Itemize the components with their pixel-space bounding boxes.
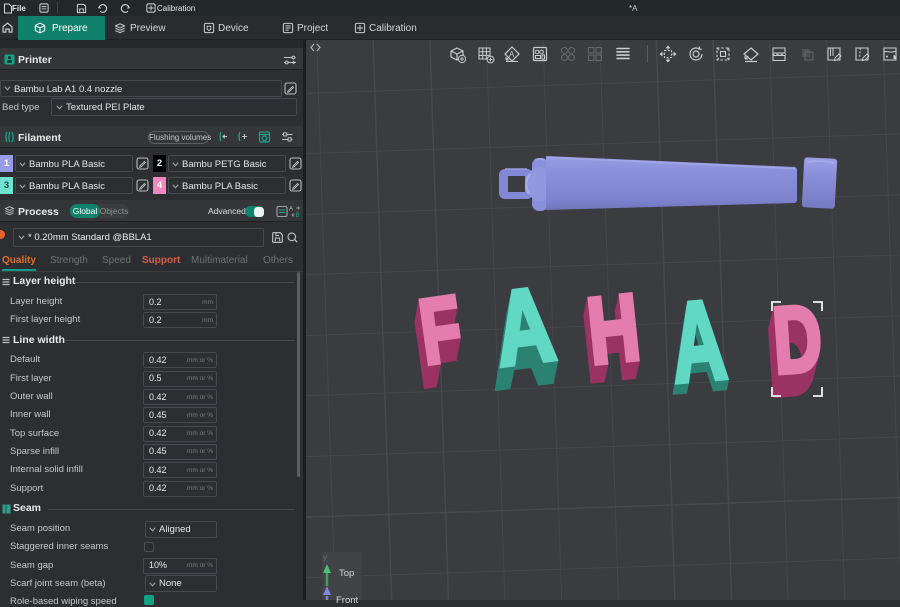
svg-text:B: B (296, 213, 300, 218)
svg-text:H: H (583, 274, 645, 384)
svg-text:A: A (666, 276, 731, 407)
svg-text:A: A (289, 207, 293, 213)
